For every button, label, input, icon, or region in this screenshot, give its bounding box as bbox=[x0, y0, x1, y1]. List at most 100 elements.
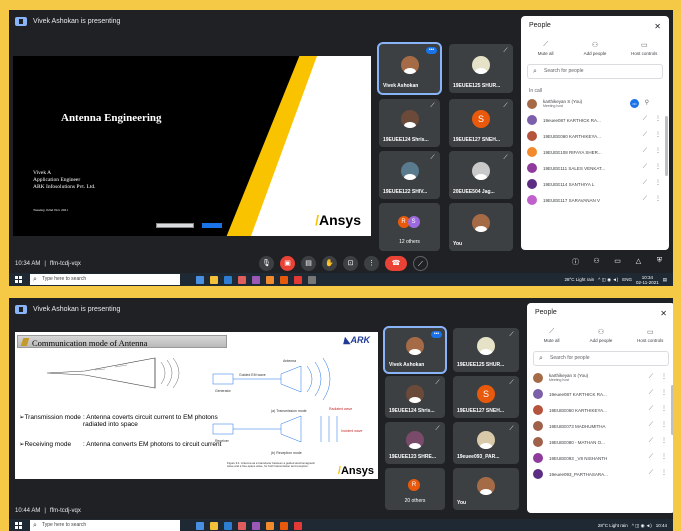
mail-icon[interactable] bbox=[238, 275, 246, 284]
people-search-input[interactable]: Search for people bbox=[533, 351, 669, 366]
close-icon[interactable]: ✕ bbox=[660, 309, 667, 318]
presenter-role: Application Engineer bbox=[33, 177, 81, 183]
captions-icon[interactable]: ▤ bbox=[301, 256, 316, 271]
people-row[interactable]: 19EUEE080 - MATHAN O... ⟋ ⋮ bbox=[527, 434, 673, 450]
more-icon[interactable]: ⋮ bbox=[661, 421, 667, 428]
svg-text:Antenna: Antenna bbox=[283, 359, 296, 363]
mic-off-icon: ⟋ bbox=[435, 380, 440, 386]
more-icon[interactable]: ⋮ bbox=[661, 405, 667, 412]
add-people-button[interactable]: ⚇ Add people bbox=[572, 41, 617, 56]
raise-hand-icon[interactable]: ✋ bbox=[322, 256, 337, 271]
add-people-button[interactable]: ⚇ Add people bbox=[578, 328, 623, 343]
clock[interactable]: 10:44 bbox=[656, 523, 667, 528]
close-icon[interactable]: ✕ bbox=[654, 22, 661, 31]
self-tile[interactable]: You bbox=[449, 203, 513, 251]
clock[interactable]: 10:34 02-11-2021 bbox=[636, 275, 659, 285]
task-view-icon[interactable] bbox=[196, 275, 204, 284]
pin-icon[interactable]: ⚲ bbox=[645, 99, 649, 106]
more-icon[interactable]: ⋮ bbox=[661, 437, 667, 444]
people-row[interactable]: 19EUEE073 MADHUMITHA ⟋ ⋮ bbox=[527, 418, 673, 434]
activities-icon[interactable]: ⟋ bbox=[413, 256, 428, 271]
more-options-icon[interactable]: ⋮ bbox=[364, 256, 379, 271]
people-icon[interactable]: ⚇ bbox=[591, 257, 602, 267]
chrome-icon[interactable] bbox=[294, 275, 302, 284]
people-row[interactable]: karthikeyan S (You) Meeting host ••• ⚲ bbox=[521, 96, 669, 112]
edge-icon[interactable] bbox=[224, 521, 232, 530]
people-search-input[interactable]: Search for people bbox=[527, 64, 663, 79]
people-row[interactable]: 19EUEE108 RIFAYA SHER... ⟋ ⋮ bbox=[521, 144, 669, 160]
host-controls-button[interactable]: ▭ Host controls bbox=[628, 328, 673, 343]
scrollbar[interactable] bbox=[665, 116, 668, 176]
participant-tile[interactable]: ••• Vivek Ashokan bbox=[377, 42, 442, 95]
weather-text[interactable]: 28°C Light rain bbox=[598, 523, 628, 528]
tray-icons[interactable]: ^ ◫ ◉ ◄) bbox=[598, 277, 618, 283]
people-row[interactable]: 19euee093_PARTHASARA... ⟋ ⋮ bbox=[527, 466, 673, 482]
taskbar-search-input[interactable]: Type here to search bbox=[30, 274, 180, 285]
participant-tile[interactable]: S ⟋ 19EUEE127 SNEH... bbox=[449, 99, 513, 147]
info-icon[interactable]: ⓘ bbox=[570, 257, 581, 267]
participant-tile[interactable]: ⟋ 20EUEE504 Jag... bbox=[449, 151, 513, 199]
host-controls-icon[interactable]: ⛨ bbox=[654, 257, 665, 267]
mic-icon[interactable]: 🎙 bbox=[259, 256, 274, 271]
participant-tile[interactable]: ⟋ 19EUEE125 SHUR... bbox=[449, 44, 513, 93]
people-row[interactable]: 19EUEE114 SANTHIYA L ⟋ ⋮ bbox=[521, 176, 669, 192]
others-tile[interactable]: R S 12 others bbox=[379, 203, 440, 251]
more-icon[interactable]: ⋮ bbox=[655, 163, 661, 170]
task-view-icon[interactable] bbox=[196, 521, 204, 530]
more-icon[interactable]: ⋮ bbox=[655, 115, 661, 122]
people-row[interactable]: 19EUEE060 KARTHIKEYA... ⟋ ⋮ bbox=[521, 128, 669, 144]
more-icon[interactable]: ⋮ bbox=[655, 195, 661, 202]
more-icon[interactable]: ⋮ bbox=[655, 131, 661, 138]
app-icon[interactable] bbox=[308, 275, 316, 284]
more-icon[interactable]: ⋮ bbox=[661, 469, 667, 476]
taskbar-search-input[interactable]: Type here to search bbox=[30, 520, 180, 531]
people-row[interactable]: 19EUEE117 SARAVANAN V ⟋ ⋮ bbox=[521, 192, 669, 208]
windows-start-icon[interactable] bbox=[15, 276, 22, 283]
people-row[interactable]: 19EUEE093 _V8 NISHANTH ⟋ ⋮ bbox=[527, 450, 673, 466]
participant-tile[interactable]: ⟋ 19EUEE124 Shris... bbox=[379, 99, 440, 147]
mute-all-button[interactable]: ⟋ Mute all bbox=[523, 41, 568, 56]
notification-icon[interactable]: ▤ bbox=[663, 277, 667, 283]
windows-start-icon[interactable] bbox=[15, 522, 22, 529]
people-row[interactable]: 19EUEE111 SALES VENKAT... ⟋ ⋮ bbox=[521, 160, 669, 176]
activities-shapes-icon[interactable]: △ bbox=[633, 257, 644, 267]
more-icon[interactable]: ⋮ bbox=[661, 389, 667, 396]
chrome-icon[interactable] bbox=[294, 521, 302, 530]
app-icon[interactable] bbox=[252, 521, 260, 530]
chat-icon[interactable]: ▭ bbox=[612, 257, 623, 267]
more-icon[interactable]: ⋮ bbox=[655, 147, 661, 154]
app-icon[interactable] bbox=[252, 275, 260, 284]
mail-icon[interactable] bbox=[238, 521, 246, 530]
powerpoint-icon[interactable] bbox=[280, 275, 288, 284]
store-icon[interactable] bbox=[266, 521, 274, 530]
participant-tile[interactable]: ⟋ 19euee093_PAR... bbox=[453, 422, 519, 464]
end-call-button[interactable]: ☎ bbox=[385, 256, 407, 271]
file-explorer-icon[interactable] bbox=[210, 275, 218, 284]
participant-tile[interactable]: ••• Vivek Ashokan bbox=[383, 326, 447, 374]
people-row[interactable]: 19euee087 KARTHICK RA... ⟋ ⋮ bbox=[521, 112, 669, 128]
more-icon[interactable]: ⋮ bbox=[661, 453, 667, 460]
tray-icons[interactable]: ^ ◫ ◉ ◄) bbox=[632, 523, 652, 529]
language-indicator[interactable]: ENG bbox=[622, 277, 632, 282]
more-icon[interactable]: ⋮ bbox=[661, 373, 667, 380]
people-row[interactable]: 19EUEE060 KARTHIKEYA... ⟋ ⋮ bbox=[527, 402, 673, 418]
edge-icon[interactable] bbox=[224, 275, 232, 284]
powerpoint-icon[interactable] bbox=[280, 521, 288, 530]
host-controls-button[interactable]: ▭ Host controls bbox=[622, 41, 667, 56]
participant-tile[interactable]: ⟋ 19EUEE124 Shris... bbox=[385, 376, 445, 418]
weather-text[interactable]: 28°C Light rain bbox=[564, 277, 594, 282]
camera-off-icon[interactable]: ▣ bbox=[280, 256, 295, 271]
people-row[interactable]: karthikeyan S (You) Meeting host ⟋ ⋮ bbox=[527, 370, 673, 386]
more-icon[interactable]: ⋮ bbox=[655, 179, 661, 186]
presenting-text: Vivek Ashokan is presenting bbox=[33, 17, 121, 25]
participant-tile[interactable]: ⟋ 19EUEE125 SHUR... bbox=[453, 328, 519, 372]
scrollbar[interactable] bbox=[671, 385, 673, 435]
present-icon[interactable]: ⊡ bbox=[343, 256, 358, 271]
participant-tile[interactable]: ⟋ 19EUEE122 SHIV... bbox=[379, 151, 440, 199]
store-icon[interactable] bbox=[266, 275, 274, 284]
participant-tile[interactable]: S ⟋ 19EUEE127 SNEH... bbox=[453, 376, 519, 418]
file-explorer-icon[interactable] bbox=[210, 521, 218, 530]
mute-all-button[interactable]: ⟋ Mute all bbox=[529, 328, 574, 343]
people-row[interactable]: 19euee087 KARTHICK RA... ⟋ ⋮ bbox=[527, 386, 673, 402]
participant-tile[interactable]: ⟋ 19EUEE123 SHRE... bbox=[385, 422, 445, 464]
